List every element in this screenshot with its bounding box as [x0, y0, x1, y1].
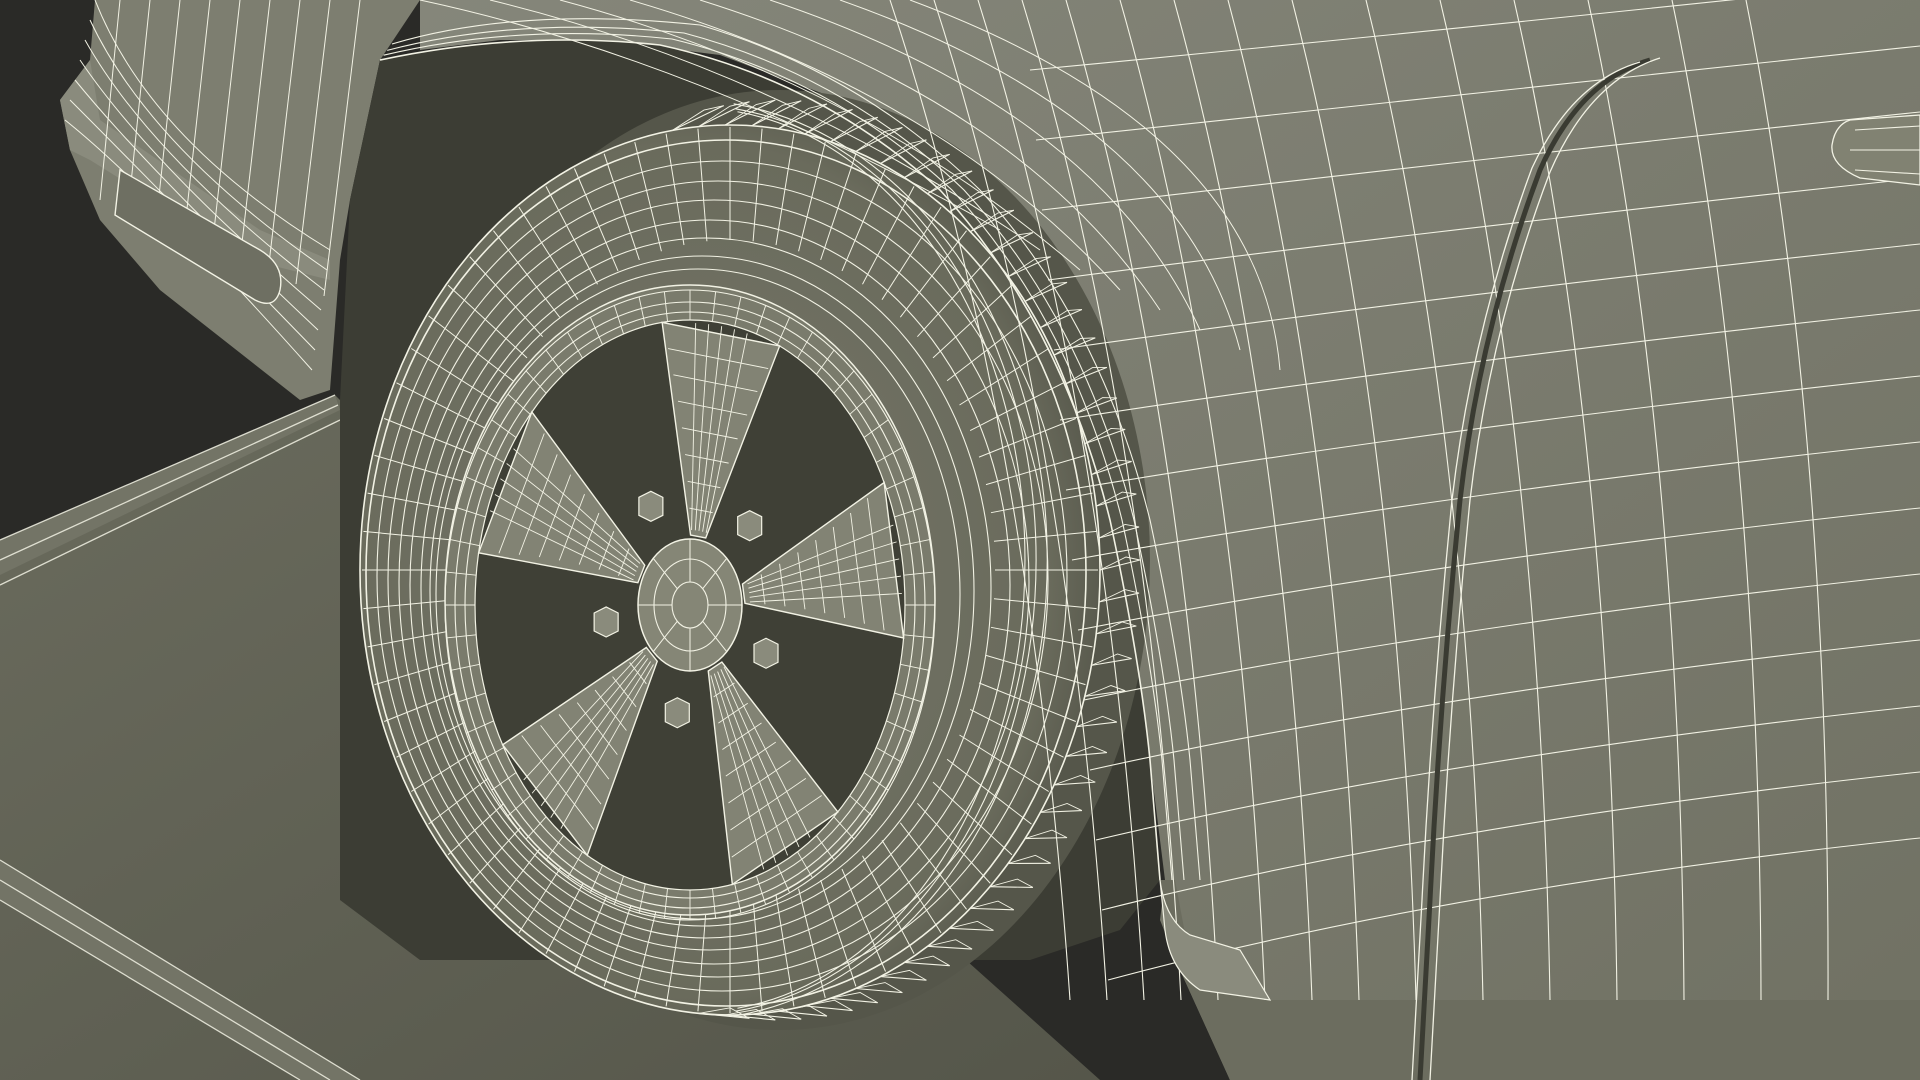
car-wheel-wireframe-scene — [0, 0, 1920, 1080]
lug-nut — [638, 490, 664, 523]
lug-nut — [737, 509, 763, 542]
lug-nut — [753, 637, 779, 669]
lug-nut — [593, 606, 619, 638]
tire-tread-line — [989, 886, 1033, 888]
wheel-rim — [444, 284, 936, 921]
wireframe-render-viewport — [0, 0, 1920, 1080]
lug-nut — [664, 697, 690, 729]
